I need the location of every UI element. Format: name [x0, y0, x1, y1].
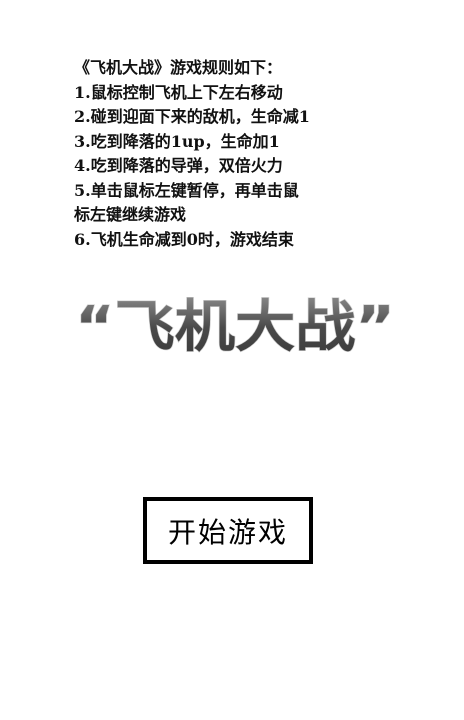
rule-line-2: 2.碰到迎面下来的敌机，生命减1 — [74, 107, 310, 126]
rules-title: 《飞机大战》游戏规则如下： — [74, 58, 283, 77]
start-game-button[interactable]: 开始游戏 — [143, 497, 313, 564]
start-game-label: 开始游戏 — [167, 515, 288, 549]
game-logo-text: “飞机大战” — [75, 295, 395, 360]
rule-line-4: 4.吃到降落的导弹，双倍火力 — [74, 156, 283, 175]
rule-line-6: 6.飞机生命减到0时，游戏结束 — [74, 229, 294, 249]
rule-line-1: 1.鼠标控制飞机上下左右移动 — [74, 82, 283, 102]
rule-line-5: 5.单击鼠标左键暂停，再单击鼠 — [74, 180, 299, 200]
game-logo: “飞机大战” — [74, 294, 395, 360]
rules-panel: 《飞机大战》游戏规则如下： 1.鼠标控制飞机上下左右移动 2.碰到迎面下来的敌机… — [74, 56, 404, 252]
rule-line-5-continued: 标左键继续游戏 — [74, 205, 187, 224]
game-start-screen: 《飞机大战》游戏规则如下： 1.鼠标控制飞机上下左右移动 2.碰到迎面下来的敌机… — [0, 0, 464, 720]
rule-line-3: 3.吃到降落的1up，生命加1 — [74, 131, 280, 151]
